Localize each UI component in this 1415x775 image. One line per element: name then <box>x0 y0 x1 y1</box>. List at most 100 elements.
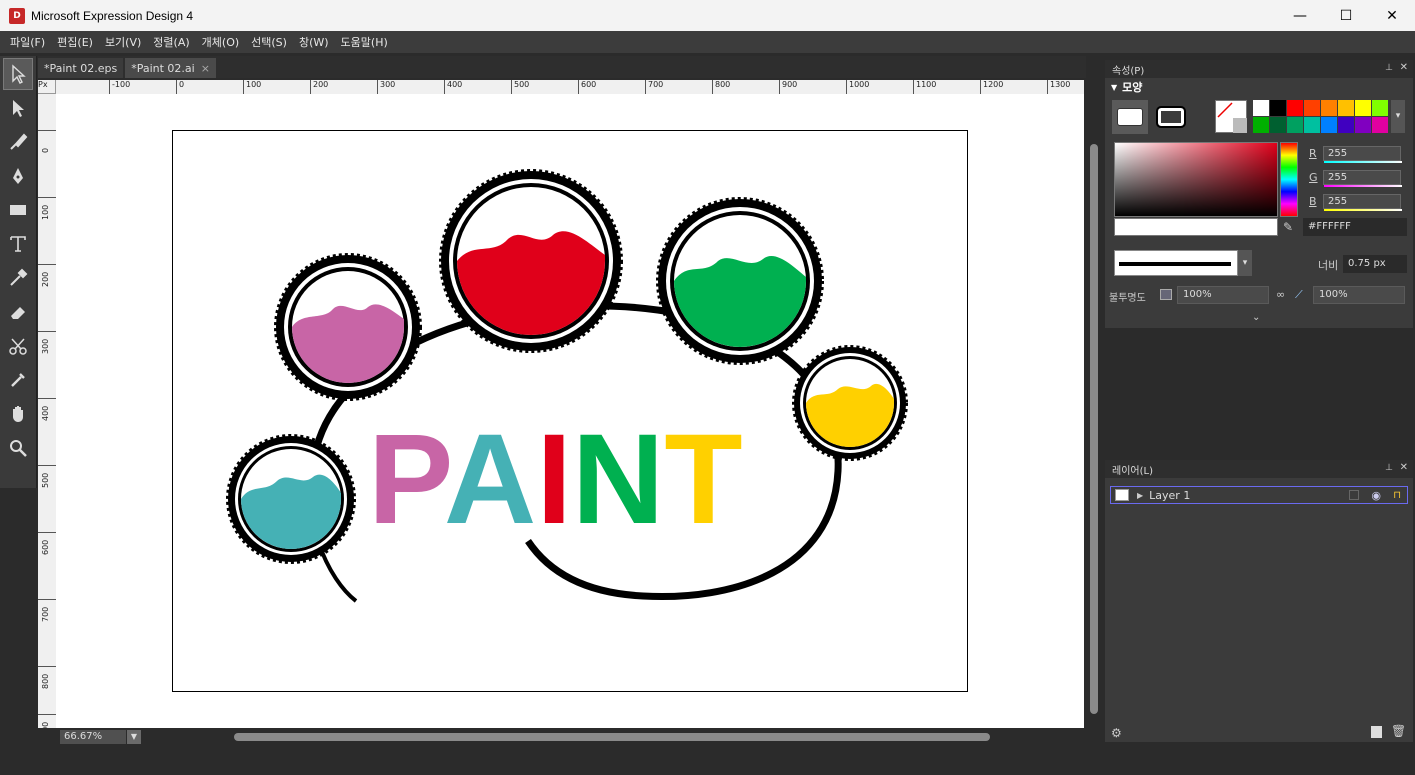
text-tool[interactable] <box>3 228 33 260</box>
swatch-dropdown-icon[interactable]: ▾ <box>1391 100 1405 133</box>
layer-thumbnail <box>1115 489 1129 501</box>
menu-window[interactable]: 창(W) <box>293 34 335 50</box>
pin-icon[interactable]: ⊥ <box>1385 463 1393 473</box>
bottom-strip <box>0 746 1415 775</box>
color-swatch[interactable] <box>1304 100 1320 116</box>
layer-name[interactable]: Layer 1 <box>1149 489 1190 502</box>
panel-close-icon[interactable]: ✕ <box>1400 462 1408 473</box>
scissors-tool[interactable] <box>3 330 33 362</box>
direct-selection-tool[interactable] <box>3 92 33 124</box>
color-swatch[interactable] <box>1338 100 1354 116</box>
blue-field[interactable]: 255 <box>1323 194 1402 211</box>
color-swatch[interactable] <box>1287 100 1303 116</box>
properties-panel: 속성(P) ⊥ ✕ ▼ 모양 ▾ R 255 G 255 B 255 ✎ #FF… <box>1105 60 1413 328</box>
ruler-tick: 100 <box>38 197 56 220</box>
pin-icon[interactable]: ⊥ <box>1385 63 1393 73</box>
eyedropper-tool[interactable] <box>3 262 33 294</box>
paint-text[interactable]: PAINT <box>368 408 743 551</box>
fill-button[interactable] <box>1112 100 1148 134</box>
paint-circle-teal[interactable] <box>226 434 356 564</box>
expand-arrow-icon[interactable]: ▶ <box>1137 491 1143 500</box>
fill-opacity-field[interactable]: 100% <box>1177 286 1269 304</box>
paint-circle-pink[interactable] <box>274 253 422 401</box>
rectangle-tool[interactable] <box>3 194 33 226</box>
color-swatch[interactable] <box>1321 100 1337 116</box>
no-color-swatch[interactable] <box>1215 100 1247 133</box>
tab-close-icon[interactable]: × <box>201 62 210 75</box>
arrow-pointer-icon <box>12 64 26 84</box>
vertical-scrollbar[interactable] <box>1086 56 1102 728</box>
color-swatch[interactable] <box>1253 117 1269 133</box>
menu-object[interactable]: 개체(O) <box>196 34 245 50</box>
appearance-section[interactable]: ▼ 모양 <box>1105 78 1413 96</box>
green-field[interactable]: 255 <box>1323 170 1402 187</box>
horizontal-ruler: -100 0 100 200 300 400 500 600 700 800 9… <box>56 80 1084 94</box>
selection-tool[interactable] <box>3 58 33 90</box>
ruler-tick: 300 <box>38 331 56 354</box>
tab-paint-eps[interactable]: *Paint 02.eps <box>38 58 124 78</box>
width-field[interactable]: 0.75 px <box>1343 255 1407 273</box>
horizontal-scrollbar[interactable] <box>150 733 1078 741</box>
maximize-button[interactable]: ☐ <box>1323 0 1369 31</box>
color-swatch[interactable] <box>1355 100 1371 116</box>
zoom-dropdown-icon[interactable]: ▼ <box>127 730 141 744</box>
zoom-field[interactable]: 66.67% <box>60 730 126 744</box>
green-label: G <box>1309 171 1318 184</box>
brush-tool[interactable] <box>3 126 33 158</box>
hex-field[interactable]: #FFFFFF <box>1303 218 1407 236</box>
appearance-label: 모양 <box>1122 81 1143 94</box>
color-swatch[interactable] <box>1372 117 1388 133</box>
color-swatch[interactable] <box>1253 100 1269 116</box>
panel-close-icon[interactable]: ✕ <box>1400 62 1408 73</box>
eyedropper-icon[interactable]: ✎ <box>1283 220 1293 234</box>
color-swatch[interactable] <box>1270 117 1286 133</box>
ruler-tick: 600 <box>578 80 596 94</box>
stroke-style-select[interactable] <box>1114 250 1238 276</box>
color-swatch[interactable] <box>1321 117 1337 133</box>
layer-row[interactable]: ▶ Layer 1 ◉ ⊓ <box>1110 486 1408 504</box>
drawing-canvas[interactable]: PAINT <box>56 94 1084 728</box>
menu-select[interactable]: 선택(S) <box>245 34 293 50</box>
stroke-dropdown-icon[interactable]: ▾ <box>1238 250 1252 276</box>
menu-file[interactable]: 파일(F) <box>4 34 51 50</box>
menu-arrange[interactable]: 정렬(A) <box>147 34 195 50</box>
menu-edit[interactable]: 편집(E) <box>51 34 99 50</box>
link-icon[interactable]: ∞ <box>1276 288 1285 301</box>
menu-help[interactable]: 도움말(H) <box>335 34 394 50</box>
menu-view[interactable]: 보기(V) <box>99 34 147 50</box>
paint-logo-artwork[interactable]: PAINT <box>173 131 969 693</box>
minimize-button[interactable]: — <box>1277 0 1323 31</box>
color-swatch[interactable] <box>1355 117 1371 133</box>
pen-tool[interactable] <box>3 160 33 192</box>
pan-tool[interactable] <box>3 398 33 430</box>
paint-circle-yellow[interactable] <box>792 345 908 461</box>
color-swatch[interactable] <box>1270 100 1286 116</box>
eye-icon[interactable]: ◉ <box>1371 489 1381 502</box>
trash-icon[interactable]: 🗑 <box>1391 724 1406 738</box>
color-swatch[interactable] <box>1372 100 1388 116</box>
red-field[interactable]: 255 <box>1323 146 1402 163</box>
layer-lock-box[interactable] <box>1349 490 1359 500</box>
paint-circle-green[interactable] <box>656 197 824 365</box>
stroke-button[interactable] <box>1153 100 1189 134</box>
scroll-thumb[interactable] <box>1090 144 1098 714</box>
unlock-icon[interactable]: ⊓ <box>1393 490 1401 501</box>
new-layer-icon[interactable] <box>1371 726 1382 738</box>
paint-circle-red[interactable] <box>439 169 623 353</box>
tab-paint-ai[interactable]: *Paint 02.ai × <box>125 58 216 78</box>
color-swatch[interactable] <box>1338 117 1354 133</box>
artboard[interactable]: PAINT <box>172 130 968 692</box>
gear-icon[interactable]: ⚙ <box>1111 726 1122 740</box>
close-button[interactable]: ✕ <box>1369 0 1415 31</box>
zoom-tool[interactable] <box>3 432 33 464</box>
color-swatch[interactable] <box>1304 117 1320 133</box>
expand-panel-icon[interactable]: ⌄ <box>1252 312 1260 323</box>
ruler-tick: -100 <box>109 80 130 94</box>
color-swatch[interactable] <box>1287 117 1303 133</box>
color-picker-field[interactable] <box>1114 142 1278 217</box>
color-picker-tool[interactable] <box>3 364 33 396</box>
stroke-opacity-field[interactable]: 100% <box>1313 286 1405 304</box>
hue-slider[interactable] <box>1280 142 1298 217</box>
scroll-thumb[interactable] <box>234 733 990 741</box>
eraser-tool[interactable] <box>3 296 33 328</box>
